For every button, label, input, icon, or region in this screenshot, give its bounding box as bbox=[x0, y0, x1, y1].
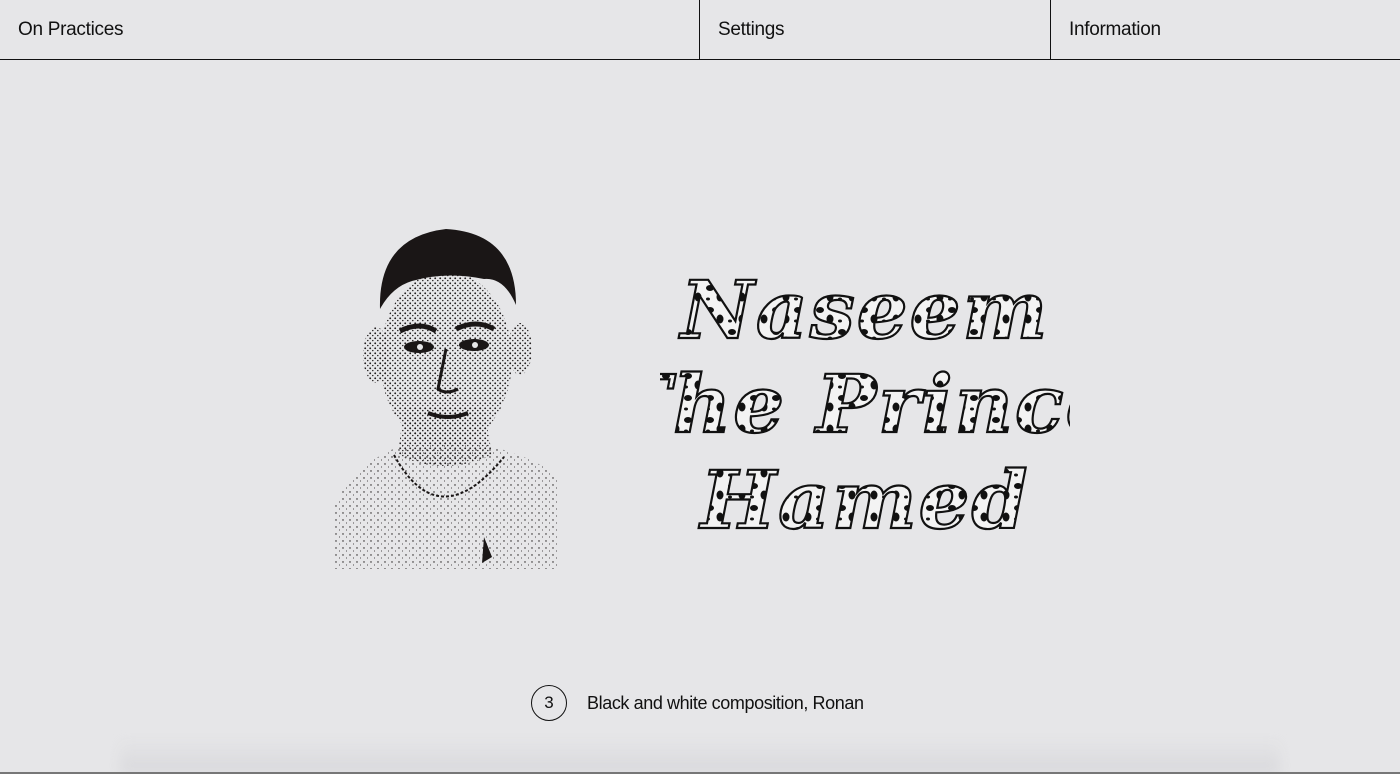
portrait-illustration bbox=[334, 229, 558, 569]
slide-index-badge[interactable]: 3 bbox=[531, 685, 567, 721]
nav-link-on-practices[interactable]: On Practices bbox=[0, 0, 699, 59]
nav-link-settings[interactable]: Settings bbox=[699, 0, 1050, 59]
bottom-shadow bbox=[120, 738, 1280, 774]
nav-link-information[interactable]: Information bbox=[1050, 0, 1400, 59]
title-line-1: Naseem bbox=[678, 263, 1049, 357]
image-caption: 3 Black and white composition, Ronan bbox=[531, 684, 864, 722]
top-navigation: On Practices Settings Information bbox=[0, 0, 1400, 60]
caption-text: Black and white composition, Ronan bbox=[587, 692, 864, 713]
blackletter-title-graphic: Naseem The Prince Hamed bbox=[660, 262, 1070, 540]
title-line-2: The Prince bbox=[660, 357, 1070, 451]
title-line-3: Hamed bbox=[699, 453, 1030, 540]
page: On Practices Settings Information Naseem… bbox=[0, 0, 1400, 774]
artwork-image: Naseem The Prince Hamed bbox=[320, 205, 1090, 575]
